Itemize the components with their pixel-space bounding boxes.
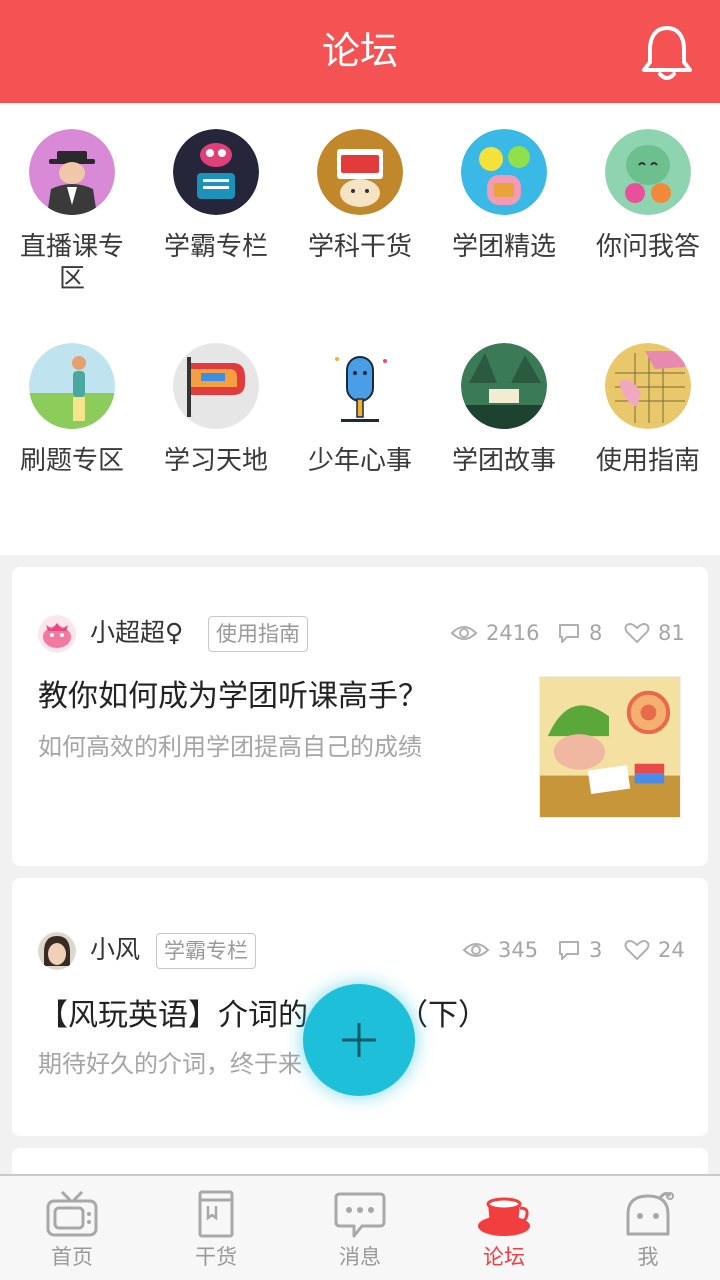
category-label: 使用指南 bbox=[595, 446, 700, 476]
avatar bbox=[38, 615, 76, 653]
heart-icon bbox=[624, 940, 650, 960]
bell-icon[interactable] bbox=[638, 22, 696, 82]
category-label: 少年心事 bbox=[307, 446, 412, 476]
page-title: 论坛 bbox=[321, 29, 398, 73]
category-xueba[interactable]: 学霸专栏 bbox=[144, 129, 288, 263]
tab-label: 论坛 bbox=[483, 1245, 525, 1269]
post-tag[interactable]: 学霸专栏 bbox=[156, 933, 256, 969]
comment-count-value: 3 bbox=[589, 938, 603, 962]
category-label: 学习天地 bbox=[163, 446, 268, 476]
like-count: 81 bbox=[624, 621, 685, 645]
comment-count-value: 8 bbox=[589, 621, 603, 645]
live-class-icon bbox=[29, 129, 115, 215]
category-qa[interactable]: 你问我答 bbox=[576, 129, 720, 263]
eye-icon bbox=[450, 626, 478, 640]
like-count: 24 bbox=[624, 938, 685, 962]
category-label: 学霸专栏 bbox=[163, 232, 268, 262]
tab-messages[interactable]: 消息 bbox=[288, 1176, 432, 1280]
xueba-icon bbox=[173, 129, 259, 215]
story-icon bbox=[461, 343, 547, 429]
guide-icon bbox=[605, 343, 691, 429]
category-live-class[interactable]: 直播课专区 bbox=[0, 129, 144, 295]
post-tag[interactable]: 使用指南 bbox=[208, 616, 308, 652]
post-summary: 如何高效的利用学团提高自己的成绩 bbox=[38, 733, 422, 761]
author-name[interactable]: 小超超♀ bbox=[90, 617, 183, 649]
tab-forum[interactable]: 论坛 bbox=[432, 1176, 576, 1280]
study-world-icon bbox=[173, 343, 259, 429]
tab-label: 我 bbox=[637, 1245, 659, 1269]
qa-icon bbox=[605, 129, 691, 215]
new-post-button[interactable] bbox=[303, 984, 415, 1096]
view-count: 345 bbox=[462, 938, 538, 962]
subject-dry-goods-icon bbox=[317, 129, 403, 215]
category-featured[interactable]: 学团精选 bbox=[432, 129, 576, 263]
category-subject[interactable]: 学科干货 bbox=[288, 129, 432, 263]
category-label: 学团故事 bbox=[451, 446, 556, 476]
category-guide[interactable]: 使用指南 bbox=[576, 343, 720, 477]
post-title[interactable]: 教你如何成为学团听课高手？ bbox=[38, 677, 428, 717]
category-label: 学团精选 bbox=[451, 232, 556, 262]
category-practice[interactable]: 刷题专区 bbox=[0, 343, 144, 477]
tab-me[interactable]: 我 bbox=[576, 1176, 720, 1280]
category-story[interactable]: 学团故事 bbox=[432, 343, 576, 477]
featured-icon bbox=[461, 129, 547, 215]
post-summary: 期待好久的介词，终于来 bbox=[38, 1050, 302, 1078]
comment-count: 8 bbox=[557, 621, 602, 645]
category-label: 刷题专区 bbox=[19, 446, 124, 476]
category-study-world[interactable]: 学习天地 bbox=[144, 343, 288, 477]
category-label: 你问我答 bbox=[595, 232, 700, 262]
post-thumbnail[interactable] bbox=[539, 676, 681, 818]
top-bar: 论坛 bbox=[0, 0, 720, 103]
view-count-value: 2416 bbox=[486, 621, 540, 645]
popsicle-icon bbox=[317, 343, 403, 429]
practice-icon bbox=[29, 343, 115, 429]
tab-dry-goods[interactable]: 干货 bbox=[144, 1176, 288, 1280]
view-count-value: 345 bbox=[498, 938, 539, 962]
post-title[interactable]: 【风玩英语】介词的 bbox=[38, 996, 308, 1036]
heart-icon bbox=[624, 623, 650, 643]
comment-icon bbox=[559, 624, 579, 643]
ghost-icon bbox=[626, 1191, 674, 1236]
category-label: 直播课专区 bbox=[19, 232, 124, 294]
bottom-tab-bar: 首页 干货 消息 论坛 我 bbox=[0, 1174, 720, 1280]
cup-icon bbox=[478, 1197, 530, 1236]
tab-label: 消息 bbox=[339, 1245, 381, 1269]
view-count: 2416 bbox=[450, 621, 539, 645]
avatar bbox=[38, 932, 76, 970]
category-youth[interactable]: 少年心事 bbox=[288, 343, 432, 477]
tab-label: 首页 bbox=[51, 1245, 93, 1269]
chat-icon bbox=[334, 1192, 386, 1238]
category-label: 学科干货 bbox=[307, 232, 412, 262]
book-icon bbox=[198, 1190, 234, 1238]
category-grid: 直播课专区 学霸专栏 学科干货 学团精选 你问我答 刷题专区 学习天地 少年心事… bbox=[0, 103, 720, 555]
tv-icon bbox=[46, 1190, 98, 1237]
eye-icon bbox=[462, 943, 490, 957]
tab-label: 干货 bbox=[195, 1245, 237, 1269]
plus-icon bbox=[342, 1023, 376, 1057]
comment-count: 3 bbox=[557, 938, 602, 962]
author-name[interactable]: 小风 bbox=[90, 934, 140, 966]
post-card[interactable]: 小超超♀ 使用指南 2416 8 81 教你如何成为学团听课高手？ 如何高效的利… bbox=[12, 567, 708, 866]
comment-icon bbox=[559, 941, 579, 960]
tab-home[interactable]: 首页 bbox=[0, 1176, 144, 1280]
like-count-value: 81 bbox=[658, 621, 685, 645]
like-count-value: 24 bbox=[658, 938, 685, 962]
